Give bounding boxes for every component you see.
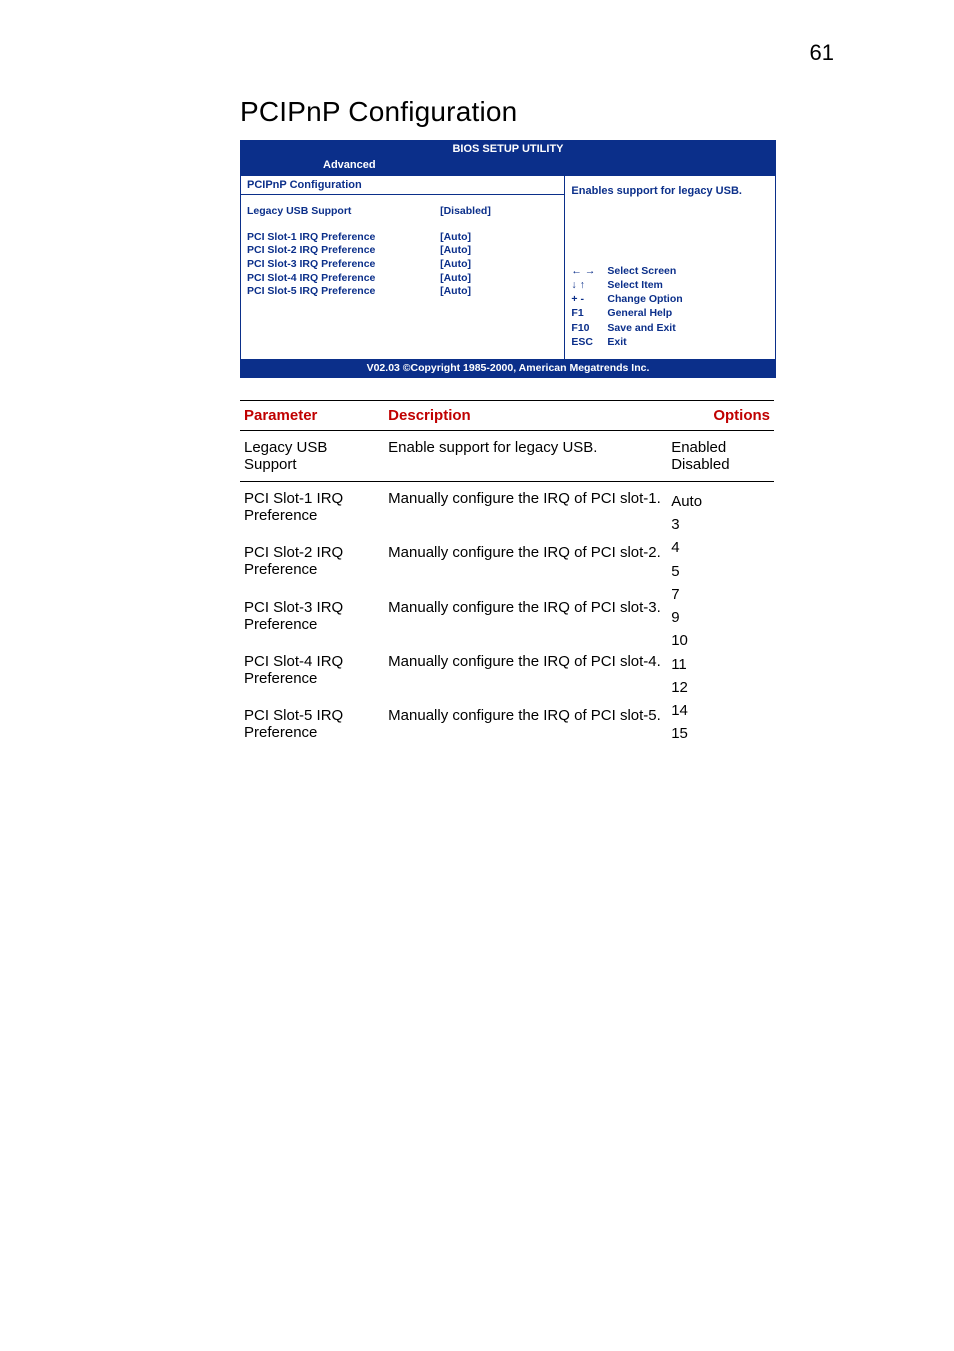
param-slot2: PCI Slot-2 IRQ Preference — [240, 536, 384, 590]
bios-left-panel: PCIPnP Configuration Legacy USB Support … — [241, 176, 565, 359]
nav-key: ↓ ↑ — [571, 278, 599, 292]
setting-value: [Auto] — [440, 258, 558, 272]
param-legacy-usb: Legacy USB Support — [240, 430, 384, 481]
bios-setting-legacy-usb[interactable]: Legacy USB Support [Disabled] — [247, 205, 558, 219]
desc-legacy-usb: Enable support for legacy USB. — [384, 430, 667, 481]
bios-tab-advanced[interactable]: Advanced — [323, 159, 376, 171]
desc-slot4: Manually configure the IRQ of PCI slot-4… — [384, 645, 667, 699]
nav-label: Change Option — [607, 292, 682, 306]
nav-label: General Help — [607, 306, 672, 320]
desc-slot5: Manually configure the IRQ of PCI slot-5… — [384, 699, 667, 753]
col-header-description: Description — [384, 400, 667, 430]
bios-right-panel: Enables support for legacy USB. ← → Selec… — [565, 176, 775, 359]
nav-label: Select Screen — [607, 264, 676, 278]
bios-panel-title: PCIPnP Configuration — [241, 176, 564, 195]
setting-value: [Disabled] — [440, 205, 558, 219]
bios-titlebar: BIOS SETUP UTILITY — [241, 141, 775, 157]
bios-tab-bar: Advanced — [241, 157, 775, 175]
bios-setting-slot3[interactable]: PCI Slot-3 IRQ Preference [Auto] — [247, 258, 558, 272]
nav-label: Exit — [607, 335, 626, 349]
setting-label: PCI Slot-4 IRQ Preference — [247, 272, 440, 286]
nav-label: Save and Exit — [607, 321, 675, 335]
desc-slot3: Manually configure the IRQ of PCI slot-3… — [384, 591, 667, 645]
setting-label: PCI Slot-5 IRQ Preference — [247, 285, 440, 299]
setting-value: [Auto] — [440, 231, 558, 245]
nav-key: ESC — [571, 335, 599, 349]
col-header-options: Options — [667, 400, 774, 430]
parameters-table: Parameter Description Options Legacy USB… — [240, 400, 774, 754]
nav-key: ← → — [571, 264, 599, 278]
desc-slot1: Manually configure the IRQ of PCI slot-1… — [384, 481, 667, 536]
bios-help-text: Enables support for legacy USB. — [571, 184, 769, 199]
setting-label: PCI Slot-2 IRQ Preference — [247, 244, 440, 258]
content-area: PCIPnP Configuration BIOS SETUP UTILITY … — [0, 66, 954, 754]
nav-key: F10 — [571, 321, 599, 335]
setting-label: PCI Slot-3 IRQ Preference — [247, 258, 440, 272]
param-slot3: PCI Slot-3 IRQ Preference — [240, 591, 384, 645]
bios-setting-slot1[interactable]: PCI Slot-1 IRQ Preference [Auto] — [247, 231, 558, 245]
nav-key: + - — [571, 292, 599, 306]
bios-nav-keys: ← → Select Screen ↓ ↑ Select Item + - Chang… — [571, 264, 769, 349]
setting-value: [Auto] — [440, 244, 558, 258]
bios-footer: V02.03 ©Copyright 1985-2000, American Me… — [241, 359, 775, 377]
desc-slot2: Manually configure the IRQ of PCI slot-2… — [384, 536, 667, 590]
opts-legacy-usb: Enabled Disabled — [667, 430, 774, 481]
nav-key: F1 — [571, 306, 599, 320]
bios-screenshot: BIOS SETUP UTILITY Advanced PCIPnP Confi… — [240, 140, 776, 378]
setting-label: Legacy USB Support — [247, 205, 440, 219]
setting-label: PCI Slot-1 IRQ Preference — [247, 231, 440, 245]
param-slot4: PCI Slot-4 IRQ Preference — [240, 645, 384, 699]
nav-label: Select Item — [607, 278, 662, 292]
setting-value: [Auto] — [440, 285, 558, 299]
bios-setting-slot2[interactable]: PCI Slot-2 IRQ Preference [Auto] — [247, 244, 558, 258]
bios-setting-slot5[interactable]: PCI Slot-5 IRQ Preference [Auto] — [247, 285, 558, 299]
bios-setting-slot4[interactable]: PCI Slot-4 IRQ Preference [Auto] — [247, 272, 558, 286]
setting-value: [Auto] — [440, 272, 558, 286]
param-slot1: PCI Slot-1 IRQ Preference — [240, 481, 384, 536]
col-header-parameter: Parameter — [240, 400, 384, 430]
param-slot5: PCI Slot-5 IRQ Preference — [240, 699, 384, 753]
opts-irq-shared: Auto 3 4 5 7 9 10 11 12 14 15 — [667, 481, 774, 753]
page-number: 61 — [0, 0, 954, 66]
page-title: PCIPnP Configuration — [240, 96, 774, 128]
